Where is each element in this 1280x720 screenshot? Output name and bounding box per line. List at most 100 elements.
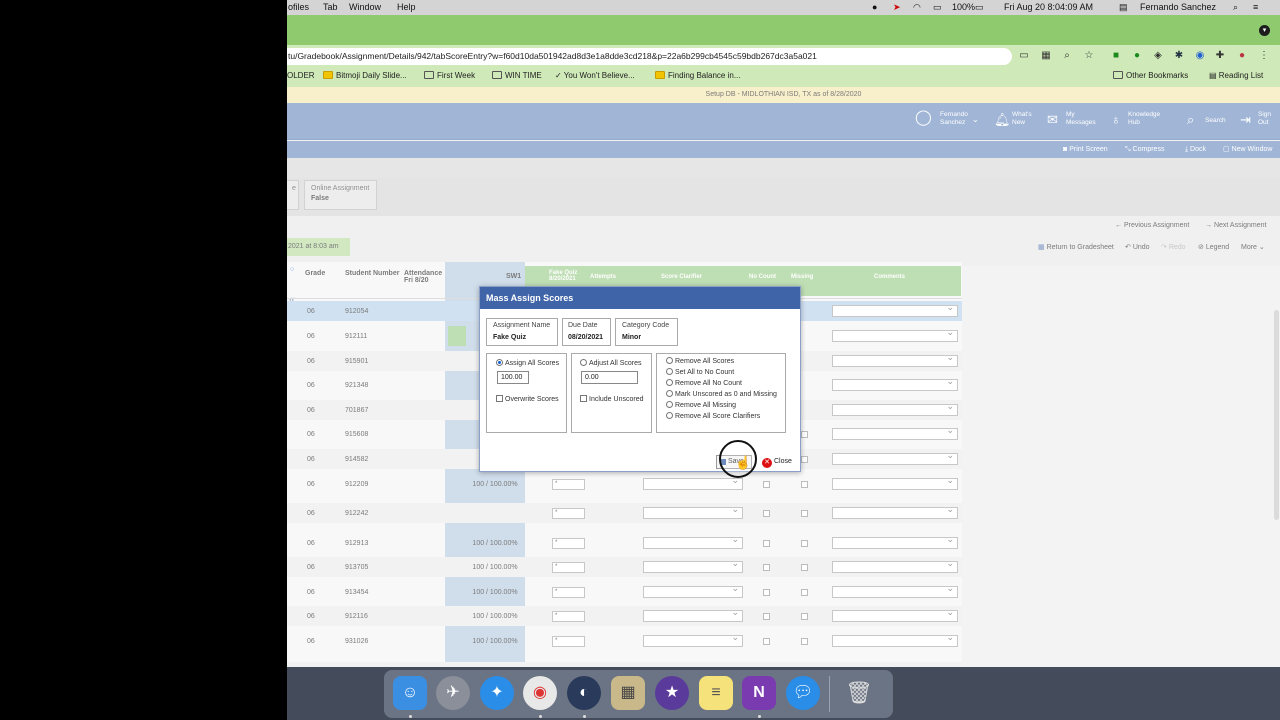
launchpad-icon[interactable]: ✈ <box>436 676 470 710</box>
user-menu-icon[interactable]: ▤ <box>1119 0 1128 15</box>
assign-all-input[interactable]: 100.00 <box>497 371 529 384</box>
radio-icon <box>666 390 673 397</box>
bookmark-win-time[interactable]: WIN TIME <box>492 71 542 80</box>
close-button[interactable]: ✕ Close <box>762 455 792 469</box>
button-label: Close <box>774 458 792 465</box>
running-indicator <box>539 715 542 718</box>
option-label: Assign All Scores <box>505 360 560 367</box>
extension-shield-icon[interactable]: ◈ <box>1151 49 1165 63</box>
battery-label[interactable]: 100% <box>952 0 975 15</box>
field-label: Assignment Name <box>493 322 551 329</box>
assign-all-box: Assign All Scores 100.00 Overwrite Score… <box>486 353 567 433</box>
remove-all-no-count-radio[interactable]: Remove All No Count <box>666 379 742 387</box>
adjust-all-radio[interactable]: Adjust All Scores <box>580 359 642 367</box>
bookmarks-bar: OLDER Bitmoji Daily Slide... First Week … <box>287 67 1280 87</box>
set-all-no-count-radio[interactable]: Set All to No Count <box>666 368 734 376</box>
bookmark-label: Other Bookmarks <box>1126 71 1189 80</box>
option-label: Remove All Scores <box>675 358 735 365</box>
bookmark-other[interactable]: Other Bookmarks <box>1113 71 1188 80</box>
notes-icon[interactable]: ≡ <box>699 676 733 710</box>
option-label: Set All to No Count <box>675 369 735 376</box>
mark-unscored-radio[interactable]: Mark Unscored as 0 and Missing <box>666 390 777 398</box>
bookmark-you-wont-believe[interactable]: ✓ You Won't Believe... <box>555 71 635 80</box>
option-label: Remove All Missing <box>675 402 737 409</box>
option-label: Adjust All Scores <box>589 360 642 367</box>
install-icon[interactable]: ▭ <box>1017 49 1031 63</box>
remove-all-missing-radio[interactable]: Remove All Missing <box>666 401 736 409</box>
radio-icon <box>666 379 673 386</box>
finder-icon[interactable]: ☺ <box>393 676 427 710</box>
safari-icon[interactable]: ✦ <box>480 676 514 710</box>
option-label: Overwrite Scores <box>505 396 559 403</box>
radio-icon <box>666 412 673 419</box>
bookmark-older[interactable]: OLDER <box>287 71 315 80</box>
radio-icon <box>666 401 673 408</box>
profile-avatar-icon[interactable]: ● <box>1235 49 1249 63</box>
mac-menubar: ofiles Tab Window Help ● ➤ ◠ ▭ 100% ▭ Fr… <box>287 0 1280 15</box>
menu-help[interactable]: Help <box>397 0 416 15</box>
bookmark-label: Reading List <box>1218 71 1264 80</box>
extension-blue-icon[interactable]: ◉ <box>1193 49 1207 63</box>
chrome-icon[interactable]: ◉ <box>523 676 557 710</box>
due-date-box: Due Date 08/20/2021 <box>562 318 611 346</box>
browser-tabstrip: ▾ <box>287 15 1280 45</box>
adjust-all-input[interactable]: 0.00 <box>581 371 638 384</box>
messages-icon[interactable]: 💬︎ <box>786 676 820 710</box>
bookmark-label: Finding Balance in... <box>668 71 741 80</box>
tab-menu-icon[interactable]: ▾ <box>1259 25 1270 36</box>
field-value: 08/20/2021 <box>568 334 604 341</box>
option-label: Remove All No Count <box>675 380 742 387</box>
bookmark-bitmoji[interactable]: Bitmoji Daily Slide... <box>323 71 407 80</box>
airplay-icon[interactable]: ▭ <box>933 0 942 15</box>
qr-icon[interactable]: ▦ <box>1039 49 1053 63</box>
overwrite-checkbox[interactable]: Overwrite Scores <box>496 395 559 403</box>
wifi-icon[interactable]: ◠ <box>913 0 921 15</box>
bulk-options-box: Remove All Scores Set All to No Count Re… <box>656 353 786 433</box>
checkbox-icon <box>496 395 503 402</box>
url-field[interactable]: tu/Gradebook/Assignment/Details/942/tabS… <box>287 48 1012 65</box>
extension-loom-icon[interactable]: ✱ <box>1172 49 1186 63</box>
assign-all-radio[interactable]: Assign All Scores <box>496 359 559 367</box>
menu-profiles[interactable]: ofiles <box>288 0 309 15</box>
chrome-menu-icon[interactable]: ⋮ <box>1257 49 1271 63</box>
assignment-name-box: Assignment Name Fake Quiz <box>486 318 558 346</box>
option-label: Remove All Score Clarifiers <box>675 413 761 420</box>
extensions-puzzle-icon[interactable]: ✚ <box>1213 49 1227 63</box>
bookmark-first-week[interactable]: First Week <box>424 71 475 80</box>
star-icon[interactable]: ☆ <box>1082 49 1096 63</box>
folder-icon <box>492 71 502 79</box>
control-center-icon[interactable]: ≡ <box>1253 0 1258 15</box>
trash-icon[interactable]: 🗑︎ <box>842 676 876 710</box>
zoom-icon[interactable]: ⌕ <box>1060 49 1074 63</box>
extension-grammarly-icon[interactable]: ■ <box>1109 49 1123 63</box>
user-name[interactable]: Fernando Sanchez <box>1140 0 1216 15</box>
reading-list[interactable]: ▤ Reading List <box>1209 71 1263 80</box>
menu-window[interactable]: Window <box>349 0 381 15</box>
radio-icon <box>666 368 673 375</box>
dock-divider <box>829 676 830 712</box>
extension-m-icon[interactable]: ● <box>1130 49 1144 63</box>
spotlight-icon[interactable]: ⌕ <box>1233 0 1238 15</box>
screen: ofiles Tab Window Help ● ➤ ◠ ▭ 100% ▭ Fr… <box>287 0 1280 720</box>
mass-assign-dialog: Mass Assign Scores Assignment Name Fake Q… <box>479 286 801 472</box>
clock[interactable]: Fri Aug 20 8:04:09 AM <box>1004 0 1093 15</box>
field-value: Fake Quiz <box>493 334 527 341</box>
imovie-icon[interactable]: ★ <box>655 676 689 710</box>
screen-recorder-icon[interactable]: ◐ <box>567 676 601 710</box>
record-icon[interactable]: ● <box>872 0 877 15</box>
folder-icon <box>1113 71 1123 79</box>
bookmark-label: First Week <box>437 71 476 80</box>
remove-all-clarifiers-radio[interactable]: Remove All Score Clarifiers <box>666 412 760 420</box>
folder-icon <box>424 71 434 79</box>
field-label: Due Date <box>568 322 598 329</box>
radio-icon <box>666 357 673 364</box>
option-label: Include Unscored <box>589 396 644 403</box>
calculator-icon[interactable]: ▦ <box>611 676 645 710</box>
menu-tab[interactable]: Tab <box>323 0 338 15</box>
remove-all-scores-radio[interactable]: Remove All Scores <box>666 357 734 365</box>
bookmark-finding-balance[interactable]: Finding Balance in... <box>655 71 741 80</box>
include-unscored-checkbox[interactable]: Include Unscored <box>580 395 643 403</box>
cast-icon[interactable]: ➤ <box>893 0 901 15</box>
bookmark-label: You Won't Believe... <box>563 71 635 80</box>
onenote-icon[interactable]: N <box>742 676 776 710</box>
